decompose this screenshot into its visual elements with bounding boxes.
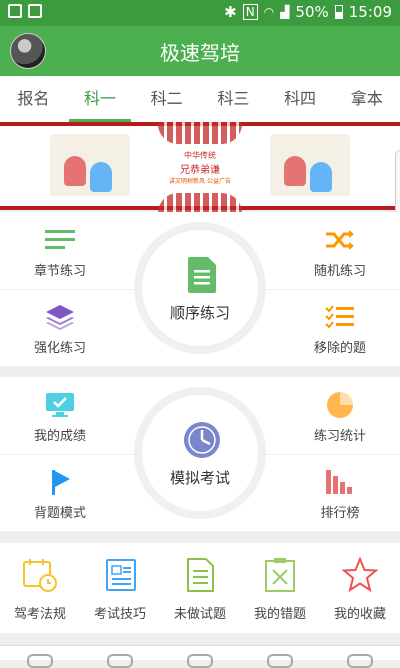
bluetooth-icon: ✱ [224,3,237,21]
star-icon [342,557,378,593]
intensive-practice-button[interactable]: 强化练习 [0,289,120,366]
ad-banner[interactable]: 中华传统 兄恭弟谦 讲文明树新风 公益广告 [0,122,400,215]
app-bar: 极速驾培 [0,26,400,76]
practice-panel: 章节练习 随机练习 强化练习 移除的题 顺序练习 [0,212,400,366]
nav-icon[interactable] [27,654,53,668]
wifi-icon: ◠ [263,5,275,19]
sequential-practice-button[interactable]: 顺序练习 [134,222,266,354]
clock: 15:09 [348,3,392,21]
banner-slogan: 中华传统 兄恭弟谦 讲文明树新风 公益广告 [158,122,242,215]
tools-grid: 驾考法规 考试技巧 未做试题 我的错题 我的收藏 [0,543,400,633]
battery-percent: 50% [295,3,329,21]
mock-exam-button[interactable]: 模拟考试 [134,387,266,519]
document-lines-icon [187,558,214,592]
banner-line3: 讲文明树新风 公益广告 [169,178,231,185]
tab-subject-one[interactable]: 科一 [67,76,134,122]
flag-icon [52,470,70,495]
my-favorites-button[interactable]: 我的收藏 [320,543,400,633]
document-icon [188,257,216,293]
banner-ornament [158,122,242,144]
driving-regulations-button[interactable]: 驾考法规 [0,543,80,633]
battery-icon [334,5,343,19]
notification-icon [28,4,42,18]
exam-panel: 我的成绩 练习统计 背题模式 排行榜 模拟考试 [0,377,400,531]
banner-illustration [50,134,130,196]
banner-line1: 中华传统 [184,151,216,160]
chapter-practice-button[interactable]: 章节练习 [0,212,120,289]
removed-questions-button[interactable]: 移除的题 [280,289,400,366]
my-scores-button[interactable]: 我的成绩 [0,377,120,454]
subject-tabs: 报名 科一 科二 科三 科四 拿本 [0,76,400,122]
banner-illustration [270,134,350,196]
memorize-mode-button[interactable]: 背题模式 [0,454,120,531]
nav-icon[interactable] [347,654,373,668]
nfc-icon: N [242,4,258,20]
random-practice-button[interactable]: 随机练习 [280,212,400,289]
unanswered-questions-button[interactable]: 未做试题 [160,543,240,633]
signal-icon: ▟ [280,5,290,19]
nav-icon[interactable] [107,654,133,668]
checklist-icon [325,305,354,329]
nav-icon[interactable] [267,654,293,668]
status-bar: ✱ N ◠ ▟ 50% 15:09 [0,0,400,26]
my-mistakes-button[interactable]: 我的错题 [240,543,320,633]
app-title: 极速驾培 [160,41,240,65]
clock-icon [184,422,220,458]
exam-tips-button[interactable]: 考试技巧 [80,543,160,633]
nav-icon[interactable] [187,654,213,668]
layers-icon [46,305,74,330]
bottom-nav [0,645,400,668]
tab-subject-four[interactable]: 科四 [267,76,334,122]
tab-signup[interactable]: 报名 [0,76,67,122]
shuffle-icon [326,230,354,250]
practice-stats-button[interactable]: 练习统计 [280,377,400,454]
calendar-clock-icon [23,559,57,592]
tab-get-license[interactable]: 拿本 [333,76,400,122]
notification-icon [8,4,22,18]
list-lines-icon [45,230,75,249]
bar-chart-icon [326,470,352,494]
tab-subject-three[interactable]: 科三 [200,76,267,122]
pie-chart-icon [327,392,353,418]
monitor-check-icon [46,393,74,417]
clipboard-x-icon [265,558,295,592]
tab-subject-two[interactable]: 科二 [133,76,200,122]
leaderboard-button[interactable]: 排行榜 [280,454,400,531]
newspaper-icon [106,559,136,591]
banner-line2: 兄恭弟谦 [180,165,220,176]
